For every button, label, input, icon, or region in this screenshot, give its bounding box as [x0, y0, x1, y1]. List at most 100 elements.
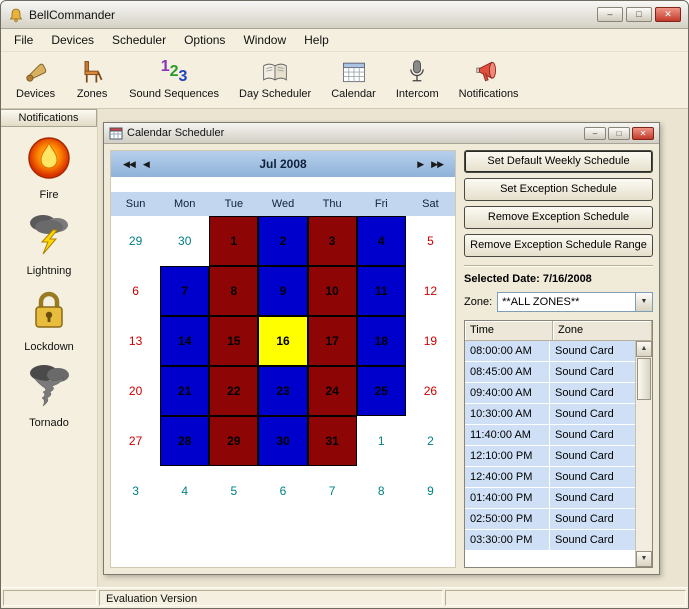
calendar-day-cell[interactable]: 21: [160, 366, 209, 416]
sidebar-item-lightning[interactable]: Lightning: [26, 210, 72, 277]
toolbar-zones[interactable]: Zones: [70, 55, 114, 102]
child-close-button[interactable]: ✕: [632, 127, 654, 140]
calendar-day-cell[interactable]: 1: [357, 416, 406, 466]
remove-exception-schedule-range-button[interactable]: Remove Exception Schedule Range: [464, 234, 653, 257]
calendar-day-cell[interactable]: 29: [209, 416, 258, 466]
calendar-day-cell[interactable]: 12: [406, 266, 455, 316]
toolbar-intercom[interactable]: Intercom: [391, 55, 444, 102]
dayname-fri: Fri: [357, 198, 406, 210]
toolbar-day-scheduler[interactable]: Day Scheduler: [234, 55, 316, 102]
calendar-day-cell[interactable]: 24: [308, 366, 357, 416]
calendar-day-cell[interactable]: 4: [357, 216, 406, 266]
toolbar-devices[interactable]: Devices: [11, 55, 60, 102]
calendar-day-cell[interactable]: 25: [357, 366, 406, 416]
toolbar-sound-sequences[interactable]: 123 Sound Sequences: [124, 55, 224, 102]
schedule-row[interactable]: 10:30:00 AMSound Card: [465, 404, 635, 425]
prev-month-button[interactable]: ◀: [139, 159, 153, 170]
next-month-button[interactable]: ▶: [413, 159, 427, 170]
calendar-day-cell[interactable]: 2: [258, 216, 307, 266]
schedule-row[interactable]: 12:10:00 PMSound Card: [465, 446, 635, 467]
child-titlebar[interactable]: Calendar Scheduler – □ ✕: [104, 123, 659, 144]
calendar-day-cell[interactable]: 22: [209, 366, 258, 416]
scrollbar-track[interactable]: [636, 401, 652, 551]
calendar-day-cell[interactable]: 13: [111, 316, 160, 366]
calendar-day-cell[interactable]: 1: [209, 216, 258, 266]
calendar-day-cell[interactable]: 4: [160, 466, 209, 516]
remove-exception-schedule-button[interactable]: Remove Exception Schedule: [464, 206, 653, 229]
menu-file[interactable]: File: [5, 30, 42, 50]
schedule-row[interactable]: 12:40:00 PMSound Card: [465, 467, 635, 488]
prev-year-button[interactable]: ◀◀: [119, 159, 139, 170]
calendar-day-cell[interactable]: 10: [308, 266, 357, 316]
column-header-zone[interactable]: Zone: [553, 321, 652, 341]
calendar-day-cell[interactable]: 15: [209, 316, 258, 366]
calendar-day-cell[interactable]: 20: [111, 366, 160, 416]
menu-devices[interactable]: Devices: [42, 30, 103, 50]
schedule-row[interactable]: 09:40:00 AMSound Card: [465, 383, 635, 404]
calendar-day-cell[interactable]: 11: [357, 266, 406, 316]
menu-window[interactable]: Window: [234, 30, 295, 50]
next-year-button[interactable]: ▶▶: [427, 159, 447, 170]
minimize-button[interactable]: –: [597, 7, 623, 22]
zone-dropdown[interactable]: **ALL ZONES** ▼: [497, 292, 653, 312]
schedule-row[interactable]: 08:45:00 AMSound Card: [465, 362, 635, 383]
toolbar-calendar[interactable]: Calendar: [326, 55, 381, 102]
scroll-down-icon[interactable]: ▼: [636, 551, 652, 567]
schedule-row[interactable]: 08:00:00 AMSound Card: [465, 341, 635, 362]
calendar-day-cell[interactable]: 29: [111, 216, 160, 266]
schedule-row[interactable]: 03:30:00 PMSound Card: [465, 530, 635, 551]
calendar-day-cell[interactable]: 6: [258, 466, 307, 516]
toolbar-notifications[interactable]: Notifications: [454, 55, 524, 102]
calendar-day-cell[interactable]: 14: [160, 316, 209, 366]
calendar-day-cell[interactable]: 27: [111, 416, 160, 466]
child-minimize-button[interactable]: –: [584, 127, 606, 140]
calendar-day-cell[interactable]: 6: [111, 266, 160, 316]
column-header-time[interactable]: Time: [465, 321, 553, 341]
sidebar-item-lockdown[interactable]: Lockdown: [24, 286, 74, 353]
calendar-day-cell[interactable]: 5: [406, 216, 455, 266]
calendar-day-cell[interactable]: 7: [308, 466, 357, 516]
sidebar-item-fire[interactable]: Fire: [26, 134, 72, 201]
sidebar-item-label: Tornado: [29, 417, 69, 429]
calendar-day-cell[interactable]: 2: [406, 416, 455, 466]
calendar-day-cell[interactable]: 19: [406, 316, 455, 366]
set-exception-schedule-button[interactable]: Set Exception Schedule: [464, 178, 653, 201]
dayname-mon: Mon: [160, 198, 209, 210]
child-maximize-button[interactable]: □: [608, 127, 630, 140]
chevron-down-icon[interactable]: ▼: [635, 293, 652, 311]
calendar-day-cell[interactable]: 16: [258, 316, 307, 366]
menu-scheduler[interactable]: Scheduler: [103, 30, 175, 50]
calendar-day-cell[interactable]: 9: [258, 266, 307, 316]
sidebar-header: Notifications: [1, 109, 97, 127]
close-button[interactable]: ✕: [655, 7, 681, 22]
scrollbar-thumb[interactable]: [637, 358, 651, 400]
calendar-day-cell[interactable]: 9: [406, 466, 455, 516]
bellcommander-window: BellCommander – □ ✕ File Devices Schedul…: [0, 0, 689, 609]
calendar-day-cell[interactable]: 7: [160, 266, 209, 316]
menu-help[interactable]: Help: [295, 30, 338, 50]
sidebar-item-label: Lightning: [27, 265, 72, 277]
set-default-weekly-schedule-button[interactable]: Set Default Weekly Schedule: [464, 150, 653, 173]
schedule-row[interactable]: 02:50:00 PMSound Card: [465, 509, 635, 530]
schedule-row[interactable]: 01:40:00 PMSound Card: [465, 488, 635, 509]
vertical-scrollbar[interactable]: ▲ ▼: [635, 341, 652, 567]
menu-options[interactable]: Options: [175, 30, 234, 50]
calendar-day-cell[interactable]: 30: [160, 216, 209, 266]
calendar-day-cell[interactable]: 30: [258, 416, 307, 466]
calendar-day-cell[interactable]: 3: [308, 216, 357, 266]
calendar-day-cell[interactable]: 8: [357, 466, 406, 516]
calendar-day-cell[interactable]: 31: [308, 416, 357, 466]
calendar-day-cell[interactable]: 28: [160, 416, 209, 466]
sidebar-item-tornado[interactable]: Tornado: [26, 362, 72, 429]
calendar-day-cell[interactable]: 18: [357, 316, 406, 366]
toolbar-label: Notifications: [459, 88, 519, 100]
calendar-day-cell[interactable]: 3: [111, 466, 160, 516]
calendar-day-cell[interactable]: 17: [308, 316, 357, 366]
scroll-up-icon[interactable]: ▲: [636, 341, 652, 357]
schedule-row[interactable]: 11:40:00 AMSound Card: [465, 425, 635, 446]
calendar-day-cell[interactable]: 5: [209, 466, 258, 516]
calendar-day-cell[interactable]: 23: [258, 366, 307, 416]
maximize-button[interactable]: □: [626, 7, 652, 22]
calendar-day-cell[interactable]: 26: [406, 366, 455, 416]
calendar-day-cell[interactable]: 8: [209, 266, 258, 316]
